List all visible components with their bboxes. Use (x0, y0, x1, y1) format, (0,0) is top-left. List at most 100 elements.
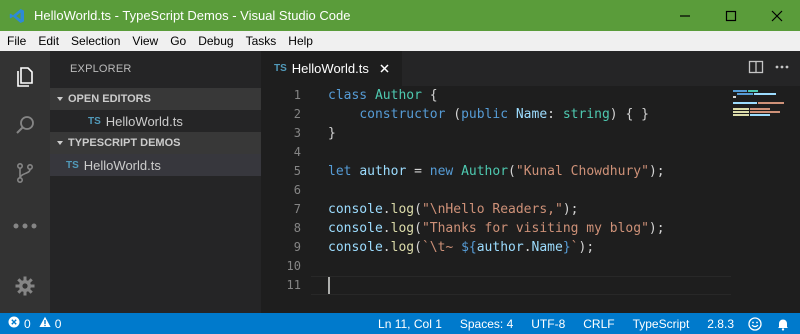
explorer-sidebar: EXPLORER OPEN EDITORS TS HelloWorld.ts T… (50, 51, 261, 313)
code-token: log (390, 221, 415, 236)
code-token: . (382, 221, 391, 236)
menu-file[interactable]: File (1, 31, 32, 51)
code-token: Name (515, 107, 548, 122)
close-icon[interactable] (754, 0, 800, 31)
settings-gear-icon[interactable] (0, 264, 50, 308)
maximize-icon[interactable] (708, 0, 754, 31)
language-mode[interactable]: TypeScript (633, 317, 690, 331)
line-number: 5 (293, 164, 301, 178)
minimize-icon[interactable] (662, 0, 708, 31)
menu-bar: File Edit Selection View Go Debug Tasks … (0, 31, 800, 51)
code-token: ); (562, 202, 579, 217)
tab-helloworld[interactable]: TS HelloWorld.ts (261, 51, 402, 86)
code-token: `\t~ (421, 240, 462, 255)
project-title: TYPESCRIPT DEMOS (68, 137, 181, 149)
code-token: author (359, 164, 407, 179)
code-token: let (328, 164, 360, 179)
code-token: ( (414, 240, 422, 255)
code-token: log (390, 202, 415, 217)
open-editor-item[interactable]: TS HelloWorld.ts (50, 110, 261, 132)
line-number: 10 (286, 259, 301, 273)
more-icon[interactable] (0, 204, 50, 248)
code-token: log (390, 240, 415, 255)
chevron-down-icon (56, 95, 68, 103)
menu-go[interactable]: Go (164, 31, 192, 51)
cursor-position[interactable]: Ln 11, Col 1 (378, 317, 442, 331)
open-editors-section[interactable]: OPEN EDITORS (50, 88, 261, 110)
typescript-version[interactable]: 2.8.3 (707, 317, 734, 331)
code-token: ); (648, 221, 665, 236)
code-token: . (382, 202, 391, 217)
menu-debug[interactable]: Debug (192, 31, 239, 51)
code-token: constructor (359, 107, 446, 122)
code-token: . (382, 240, 391, 255)
code-token: Author (461, 164, 509, 179)
menu-help[interactable]: Help (282, 31, 319, 51)
activity-bar (0, 51, 50, 313)
minimap[interactable] (731, 86, 800, 313)
typescript-file-icon: TS (88, 115, 101, 127)
code-token: ); (578, 240, 595, 255)
typescript-demos-section[interactable]: TYPESCRIPT DEMOS (50, 132, 261, 154)
code-editor[interactable]: 1 2 3 4 5 6 7 8 9 10 11 class Author { constructor… (261, 86, 800, 313)
editor-tab-bar: TS HelloWorld.ts (261, 51, 800, 86)
code-line: constructor (public Name: string) { } (328, 105, 649, 124)
code-line: console.log("\nHello Readers,"); (328, 200, 578, 219)
menu-selection[interactable]: Selection (65, 31, 126, 51)
code-token: } (328, 126, 336, 141)
code-line: } (328, 124, 336, 143)
code-token: : (547, 107, 563, 122)
code-line: console.log("Thanks for visiting my blog… (328, 219, 665, 238)
files-icon[interactable] (0, 55, 50, 99)
line-number: 2 (293, 107, 301, 121)
code-token: ${ (461, 240, 477, 255)
more-actions-icon[interactable] (774, 59, 790, 79)
code-line: let author = new Author("Kunal Chowdhury… (328, 162, 665, 181)
line-number: 8 (293, 221, 301, 235)
eol-setting[interactable]: CRLF (583, 317, 614, 331)
code-token: console (328, 221, 383, 236)
feedback-smiley-icon[interactable] (748, 316, 762, 331)
menu-view[interactable]: View (126, 31, 164, 51)
line-number: 3 (293, 126, 301, 140)
code-token: ( (414, 202, 422, 217)
current-line-highlight (311, 276, 731, 295)
text-cursor (328, 277, 330, 294)
tab-close-icon[interactable] (377, 61, 393, 77)
code-token: "Kunal Chowdhury" (515, 164, 649, 179)
line-number-gutter: 1 2 3 4 5 6 7 8 9 10 11 (261, 86, 311, 313)
notifications-bell-icon[interactable] (776, 317, 790, 331)
search-icon[interactable] (0, 103, 50, 147)
code-token: . (523, 240, 532, 255)
line-number: 4 (293, 145, 301, 159)
explorer-header: EXPLORER (70, 63, 132, 75)
file-item[interactable]: TS HelloWorld.ts (50, 154, 261, 176)
code-token: = (406, 164, 430, 179)
menu-edit[interactable]: Edit (32, 31, 65, 51)
code-token: } (562, 240, 571, 255)
warning-icon (39, 316, 51, 331)
file-label: HelloWorld.ts (83, 157, 161, 173)
problems-indicator[interactable]: 0 0 (8, 316, 61, 331)
open-editors-title: OPEN EDITORS (68, 93, 151, 105)
code-line: console.log(`\t~ ${author.Name}`); (328, 238, 594, 257)
code-token: "\nHello Readers," (421, 202, 563, 217)
status-bar: 0 0 Ln 11, Col 1 Spaces: 4 UTF-8 CRLF Ty… (0, 313, 800, 334)
line-number: 11 (286, 278, 301, 292)
code-token: new (429, 164, 462, 179)
line-number: 6 (293, 183, 301, 197)
split-editor-icon[interactable] (748, 59, 764, 79)
chevron-down-icon (56, 139, 68, 147)
code-token: ( (414, 221, 422, 236)
code-token: ( (445, 107, 462, 122)
code-token: class (328, 88, 375, 103)
menu-tasks[interactable]: Tasks (240, 31, 283, 51)
code-token: string (562, 107, 610, 122)
error-icon (8, 316, 20, 331)
source-control-icon[interactable] (0, 151, 50, 195)
indentation-setting[interactable]: Spaces: 4 (460, 317, 513, 331)
encoding-setting[interactable]: UTF-8 (531, 317, 565, 331)
code-token: "Thanks for visiting my blog" (421, 221, 649, 236)
